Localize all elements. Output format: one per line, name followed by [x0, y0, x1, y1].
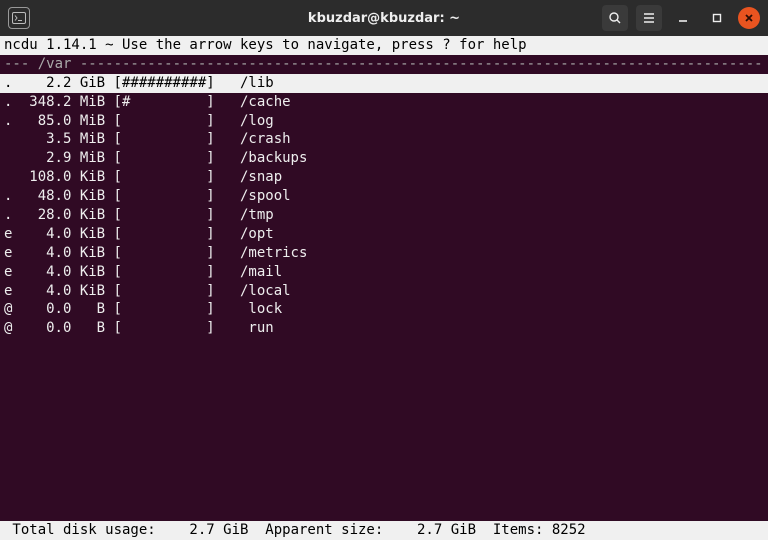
item-flag: @ — [4, 319, 21, 338]
item-name: run — [240, 319, 764, 338]
item-name: /crash — [240, 130, 764, 149]
item-size: 4.0 KiB — [21, 263, 105, 282]
item-name: /metrics — [240, 244, 764, 263]
item-flag: . — [4, 206, 21, 225]
list-item[interactable]: .348.2 MiB [# ] /cache — [0, 93, 768, 112]
item-name: /local — [240, 282, 764, 301]
list-item[interactable]: 2.9 MiB [ ] /backups — [0, 149, 768, 168]
item-size: 48.0 KiB — [21, 187, 105, 206]
terminal-window: kbuzdar@kbuzdar: ~ ncdu 1.14.1 ~ Use the… — [0, 0, 768, 540]
titlebar-right — [602, 5, 760, 31]
item-name: /opt — [240, 225, 764, 244]
list-item[interactable]: 108.0 KiB [ ] /snap — [0, 168, 768, 187]
list-item[interactable]: e4.0 KiB [ ] /mail — [0, 263, 768, 282]
list-item[interactable]: .2.2 GiB [##########] /lib — [0, 74, 768, 93]
item-flag: e — [4, 263, 21, 282]
item-size: 28.0 KiB — [21, 206, 105, 225]
item-name: /mail — [240, 263, 764, 282]
item-size: 108.0 KiB — [21, 168, 105, 187]
item-flag — [4, 168, 21, 187]
item-bar: [ ] — [105, 168, 240, 187]
item-bar: [ ] — [105, 187, 240, 206]
item-bar: [# ] — [105, 93, 240, 112]
item-name: /cache — [240, 93, 764, 112]
item-bar: [ ] — [105, 206, 240, 225]
ncdu-footer: Total disk usage: 2.7 GiB Apparent size:… — [0, 521, 768, 540]
item-flag: . — [4, 93, 21, 112]
list-item[interactable]: e4.0 KiB [ ] /opt — [0, 225, 768, 244]
item-flag: e — [4, 225, 21, 244]
ncdu-path-divider: --- /var -------------------------------… — [0, 55, 768, 74]
item-flag: e — [4, 244, 21, 263]
item-bar: [ ] — [105, 112, 240, 131]
item-name: /backups — [240, 149, 764, 168]
item-name: /snap — [240, 168, 764, 187]
item-size: 4.0 KiB — [21, 282, 105, 301]
item-size: 348.2 MiB — [21, 93, 105, 112]
item-size: 2.2 GiB — [21, 74, 105, 93]
item-bar: [ ] — [105, 282, 240, 301]
item-size: 0.0 B — [21, 319, 105, 338]
list-item[interactable]: 3.5 MiB [ ] /crash — [0, 130, 768, 149]
item-flag — [4, 149, 21, 168]
list-item[interactable]: @0.0 B [ ] run — [0, 319, 768, 338]
titlebar-left — [8, 7, 30, 29]
item-bar: [ ] — [105, 300, 240, 319]
list-item[interactable]: e4.0 KiB [ ] /local — [0, 282, 768, 301]
item-flag: . — [4, 112, 21, 131]
item-size: 0.0 B — [21, 300, 105, 319]
terminal-app-icon[interactable] — [8, 7, 30, 29]
item-size: 4.0 KiB — [21, 244, 105, 263]
list-item[interactable]: .48.0 KiB [ ] /spool — [0, 187, 768, 206]
item-bar: [ ] — [105, 225, 240, 244]
close-button[interactable] — [738, 7, 760, 29]
item-size: 85.0 MiB — [21, 112, 105, 131]
titlebar: kbuzdar@kbuzdar: ~ — [0, 0, 768, 36]
item-name: /spool — [240, 187, 764, 206]
item-bar: [ ] — [105, 149, 240, 168]
item-flag: @ — [4, 300, 21, 319]
item-name: /tmp — [240, 206, 764, 225]
minimize-button[interactable] — [670, 5, 696, 31]
item-bar: [ ] — [105, 244, 240, 263]
maximize-button[interactable] — [704, 5, 730, 31]
item-flag: . — [4, 187, 21, 206]
item-bar: [##########] — [105, 74, 240, 93]
ncdu-listing: .2.2 GiB [##########] /lib.348.2 MiB [# … — [0, 74, 768, 521]
item-flag: . — [4, 74, 21, 93]
terminal-body[interactable]: ncdu 1.14.1 ~ Use the arrow keys to navi… — [0, 36, 768, 540]
item-size: 4.0 KiB — [21, 225, 105, 244]
list-item[interactable]: .85.0 MiB [ ] /log — [0, 112, 768, 131]
list-item[interactable]: e4.0 KiB [ ] /metrics — [0, 244, 768, 263]
menu-button[interactable] — [636, 5, 662, 31]
item-name: /log — [240, 112, 764, 131]
item-name: /lib — [240, 74, 764, 93]
item-bar: [ ] — [105, 319, 240, 338]
item-flag: e — [4, 282, 21, 301]
ncdu-header: ncdu 1.14.1 ~ Use the arrow keys to navi… — [0, 36, 768, 55]
item-flag — [4, 130, 21, 149]
search-button[interactable] — [602, 5, 628, 31]
item-bar: [ ] — [105, 263, 240, 282]
item-bar: [ ] — [105, 130, 240, 149]
list-item[interactable]: .28.0 KiB [ ] /tmp — [0, 206, 768, 225]
item-size: 3.5 MiB — [21, 130, 105, 149]
list-item[interactable]: @0.0 B [ ] lock — [0, 300, 768, 319]
item-name: lock — [240, 300, 764, 319]
item-size: 2.9 MiB — [21, 149, 105, 168]
